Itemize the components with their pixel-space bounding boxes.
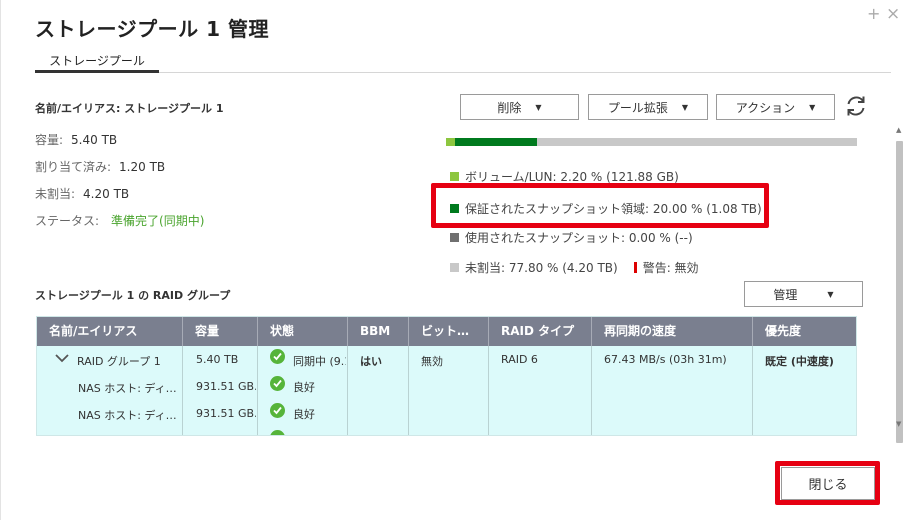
usage-segment-snapshot-reserved — [455, 138, 537, 146]
disk-capacity: 931.51 GB… — [196, 407, 256, 420]
status-value: 準備完了(同期中) — [111, 214, 205, 228]
stat-value: 4.20 TB — [83, 187, 130, 201]
raid-group-name: RAID グループ 1 — [77, 355, 161, 368]
column-divider — [347, 346, 348, 435]
dialog-title: ストレージプール 1 管理 — [35, 17, 269, 41]
chevron-down-icon[interactable] — [55, 352, 69, 366]
stat-status: ステータス: 準備完了(同期中) — [35, 212, 204, 229]
storage-pool-dialog: ストレージプール 1 管理 + × ストレージプール 名前/エイリアス: ストレ… — [0, 0, 906, 520]
check-icon — [270, 430, 285, 435]
legend-unallocated: 未割当: 77.80 % (4.20 TB) 警告: 無効 — [450, 259, 699, 276]
legend-swatch — [450, 233, 459, 242]
warning-text: 警告: 無効 — [642, 261, 699, 275]
disk-name: NAS ホスト: ディ… — [78, 382, 177, 395]
disk-status: 良好 — [293, 408, 315, 421]
col-capacity[interactable]: 容量 — [183, 317, 258, 346]
expand-label: プール拡張 — [607, 100, 668, 115]
delete-button[interactable]: 削除 ▼ — [460, 94, 579, 120]
legend-swatch — [450, 172, 459, 181]
stat-label: ステータス: — [35, 214, 100, 228]
caret-down-icon: ▼ — [827, 289, 834, 299]
pool-name: 名前/エイリアス: ストレージプール 1 — [35, 102, 224, 115]
highlight-box — [775, 461, 880, 505]
disk-status: 良好 — [293, 381, 315, 394]
stat-allocated: 割り当て済み: 1.20 TB — [35, 158, 165, 175]
caret-down-icon: ▼ — [535, 102, 542, 112]
maximize-icon[interactable]: + — [867, 6, 880, 22]
check-icon — [270, 349, 285, 364]
raid-group-bbm: はい — [360, 355, 382, 368]
scroll-down-icon[interactable]: ▼ — [896, 420, 901, 428]
usage-segment-volume — [446, 138, 455, 146]
legend-snapshot-used: 使用されたスナップショット: 0.00 % (--) — [450, 229, 693, 246]
stat-value: 1.20 TB — [119, 160, 166, 174]
vertical-scrollbar[interactable]: ▲ ▼ — [893, 123, 906, 443]
scroll-thumb[interactable] — [896, 141, 903, 443]
column-divider — [752, 346, 753, 435]
col-bitmap[interactable]: ビット… — [409, 317, 489, 346]
refresh-icon[interactable] — [843, 93, 869, 119]
column-divider — [591, 346, 592, 435]
warning-mark — [633, 262, 637, 273]
close-icon[interactable]: × — [886, 6, 900, 23]
raid-table: 名前/エイリアス 容量 状態 BBM ビット… RAID タイプ 再同期の速度 … — [36, 316, 857, 436]
caret-down-icon: ▼ — [809, 102, 816, 112]
col-raid-type[interactable]: RAID タイプ — [489, 317, 592, 346]
raid-group-status: 同期中 (9.1 — [293, 355, 346, 368]
column-divider — [182, 346, 183, 435]
stat-label: 未割当: — [35, 187, 76, 201]
highlight-box — [431, 183, 769, 228]
stat-capacity: 容量: 5.40 TB — [35, 131, 117, 148]
action-label: アクション — [735, 100, 796, 115]
col-resync-speed[interactable]: 再同期の速度 — [592, 317, 753, 346]
disk-name: NAS ホスト: ディ… — [78, 409, 177, 422]
caret-down-icon: ▼ — [681, 102, 689, 112]
raid-group-bitmap: 無効 — [421, 355, 443, 368]
manage-label: 管理 — [773, 287, 798, 302]
action-button[interactable]: アクション ▼ — [716, 94, 835, 120]
stat-label: 割り当て済み: — [35, 160, 112, 174]
check-icon — [270, 403, 285, 418]
tab-storage-pool[interactable]: ストレージプール — [35, 53, 159, 73]
tab-bar: ストレージプール — [35, 53, 891, 73]
legend-text: 使用されたスナップショット: 0.00 % (--) — [465, 231, 693, 245]
usage-bar — [446, 138, 857, 146]
column-divider — [408, 346, 409, 435]
raid-group-resync-speed: 67.43 MB/s (03h 31m) — [604, 353, 727, 366]
column-divider — [488, 346, 489, 435]
stat-value: 5.40 TB — [71, 133, 118, 147]
raid-section-title: ストレージプール 1 の RAID グループ — [35, 289, 231, 302]
check-icon — [270, 376, 285, 391]
raid-group-priority: 既定 (中速度) — [765, 355, 834, 368]
legend-swatch — [450, 263, 459, 272]
column-divider — [257, 346, 258, 435]
col-name[interactable]: 名前/エイリアス — [37, 317, 183, 346]
table-header: 名前/エイリアス 容量 状態 BBM ビット… RAID タイプ 再同期の速度 … — [37, 317, 856, 346]
col-status[interactable]: 状態 — [258, 317, 348, 346]
stat-unallocated: 未割当: 4.20 TB — [35, 185, 129, 202]
col-bbm[interactable]: BBM — [348, 317, 409, 346]
col-priority[interactable]: 優先度 — [753, 317, 856, 346]
expand-pool-button[interactable]: プール拡張 ▼ — [588, 94, 708, 120]
raid-group-type: RAID 6 — [501, 353, 538, 366]
stat-label: 容量: — [35, 133, 64, 147]
legend-text: 未割当: 77.80 % (4.20 TB) — [465, 261, 618, 275]
raid-group-capacity: 5.40 TB — [196, 353, 239, 366]
delete-label: 削除 — [497, 100, 522, 115]
scroll-up-icon[interactable]: ▲ — [896, 126, 901, 134]
manage-button[interactable]: 管理 ▼ — [744, 281, 863, 307]
disk-capacity: 931.51 GB… — [196, 380, 256, 393]
